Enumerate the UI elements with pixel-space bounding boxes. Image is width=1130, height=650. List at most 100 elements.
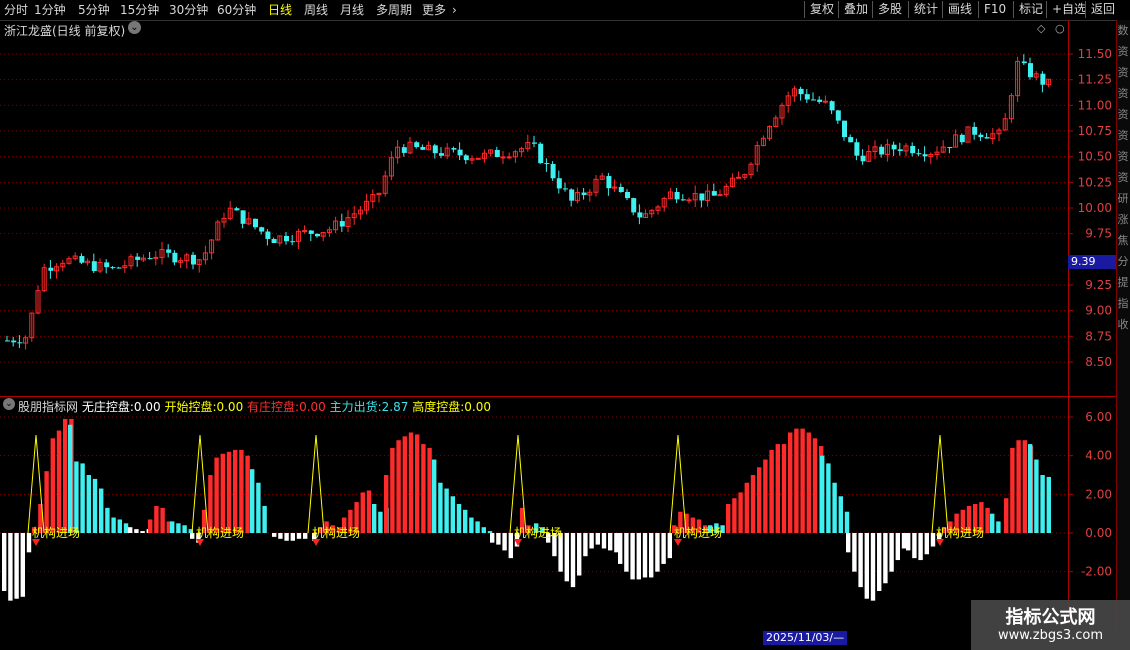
indicator-bar — [427, 447, 432, 533]
indicator-bar — [92, 478, 98, 533]
candle-body — [581, 192, 587, 195]
candle-body — [817, 99, 823, 102]
indicator-bar — [738, 492, 743, 533]
indicator-bar — [883, 533, 888, 584]
candle-body — [804, 94, 810, 100]
indicator-bar — [858, 533, 863, 588]
candle-body — [563, 188, 568, 190]
legend-label-2: 有庄控盘: — [247, 400, 300, 414]
indicator-bar — [284, 533, 289, 541]
legend-value-2: 0.00 — [299, 400, 326, 414]
indicator-bar — [618, 533, 623, 564]
chevron-down-icon[interactable]: ⌄ — [3, 398, 15, 410]
indicator-bar — [732, 498, 737, 533]
side-strip-tab[interactable]: 资 — [1117, 87, 1129, 100]
indicator-bar — [750, 475, 756, 533]
candle-body — [253, 218, 258, 228]
side-strip-tab[interactable]: 涨 — [1117, 213, 1129, 226]
indicator-bar — [8, 533, 13, 601]
circle-icon[interactable]: ○ — [1055, 22, 1065, 35]
candle-body — [978, 134, 984, 138]
indicator-bars: 机构进场 机构进场 机构进场 机构进场 机构进场 机构进场 — [2, 418, 1051, 601]
side-strip-tab[interactable]: 收 — [1117, 318, 1129, 331]
candle-body — [569, 189, 575, 201]
diamond-icon[interactable]: ◇ — [1037, 22, 1045, 35]
indicator-tick-label: -2.00 — [1081, 565, 1112, 579]
indicator-bar — [744, 482, 749, 533]
indicator-bar — [444, 488, 449, 533]
indicator-bar — [788, 432, 793, 533]
indicator-bar — [564, 533, 569, 582]
indicator-bar — [985, 507, 990, 533]
side-strip-tab[interactable]: 指 — [1117, 297, 1129, 310]
indicator-bar — [490, 533, 495, 543]
indicator-bar — [820, 455, 825, 533]
side-strip-tab[interactable]: 研 — [1117, 192, 1129, 205]
side-strip-tab[interactable]: 资 — [1117, 129, 1129, 142]
indicator-bar — [475, 521, 480, 533]
indicator-bar — [190, 533, 195, 539]
candle-body — [104, 262, 110, 268]
side-strip-tab[interactable]: 资 — [1117, 150, 1129, 163]
side-strip-tab[interactable]: 资 — [1117, 66, 1129, 79]
side-strip-tab[interactable]: 数 — [1117, 24, 1129, 37]
indicator-bar — [601, 533, 607, 549]
indicator-bar — [390, 447, 395, 533]
side-strip-tab[interactable]: 资 — [1117, 108, 1129, 121]
signal-spike — [307, 434, 325, 534]
candle-body — [290, 241, 296, 243]
indicator-bar — [1046, 476, 1051, 533]
indicator-bar — [86, 475, 91, 533]
candle-body — [11, 340, 17, 343]
price-tick-label: 10.00 — [1078, 201, 1112, 215]
signal-label: 机构进场 — [674, 525, 722, 540]
side-info-strip[interactable]: 数资资资资资资资研涨焦分提指收 — [1116, 20, 1130, 630]
signal-arrow-icon — [312, 539, 320, 546]
indicator-bar — [667, 533, 672, 559]
chevron-down-icon[interactable]: ⌄ — [128, 21, 141, 34]
indicator-bar — [378, 511, 383, 533]
price-tick-label: 10.25 — [1078, 175, 1112, 189]
candle-body — [606, 176, 612, 189]
indicator-name[interactable]: 股朋指标网 — [18, 400, 78, 414]
candle-body — [550, 163, 556, 179]
signal-arrow-icon — [936, 539, 944, 546]
candle-body — [271, 238, 277, 243]
indicator-bar — [134, 529, 139, 533]
indicator-bar — [239, 449, 244, 533]
indicator-bar — [794, 428, 799, 533]
indicator-bar — [250, 469, 255, 533]
side-strip-tab[interactable]: 焦 — [1117, 234, 1129, 247]
candle-body — [897, 149, 903, 151]
price-tick-label: 11.00 — [1078, 98, 1112, 112]
indicator-bar — [208, 475, 213, 533]
candle-body — [532, 142, 537, 144]
indicator-tick-label: 4.00 — [1085, 449, 1112, 463]
candlesticks — [5, 54, 1052, 350]
candle-body — [494, 149, 500, 158]
indicator-bar — [366, 490, 372, 533]
side-strip-tab[interactable]: 资 — [1117, 45, 1129, 58]
indicator-bar — [763, 459, 768, 533]
stock-title: 浙江龙盛(日线 前复权) — [4, 24, 126, 38]
candle-body — [439, 153, 444, 156]
indicator-bar — [140, 531, 145, 533]
indicator-bar — [182, 525, 187, 533]
candle-body — [116, 267, 122, 269]
indicator-bar — [148, 519, 153, 533]
price-tick-label: 9.00 — [1085, 304, 1112, 318]
indicator-bar — [14, 533, 19, 599]
indicator-bar — [481, 527, 486, 533]
chart-area[interactable]: 11.50 11.25 11.00 10.75 10.50 10.25 10.00 9.75 9… — [0, 0, 1116, 630]
candle-body — [401, 147, 407, 153]
price-tick-label: 10.50 — [1078, 150, 1112, 164]
candle-body — [308, 230, 314, 234]
candle-body — [699, 193, 705, 201]
signal-label: 机构进场 — [514, 525, 562, 540]
indicator-bar — [838, 496, 843, 533]
side-strip-tab[interactable]: 资 — [1117, 171, 1129, 184]
indicator-bar — [577, 533, 582, 576]
indicator-bar — [769, 449, 774, 533]
side-strip-tab[interactable]: 提 — [1117, 276, 1129, 289]
side-strip-tab[interactable]: 分 — [1117, 255, 1129, 268]
